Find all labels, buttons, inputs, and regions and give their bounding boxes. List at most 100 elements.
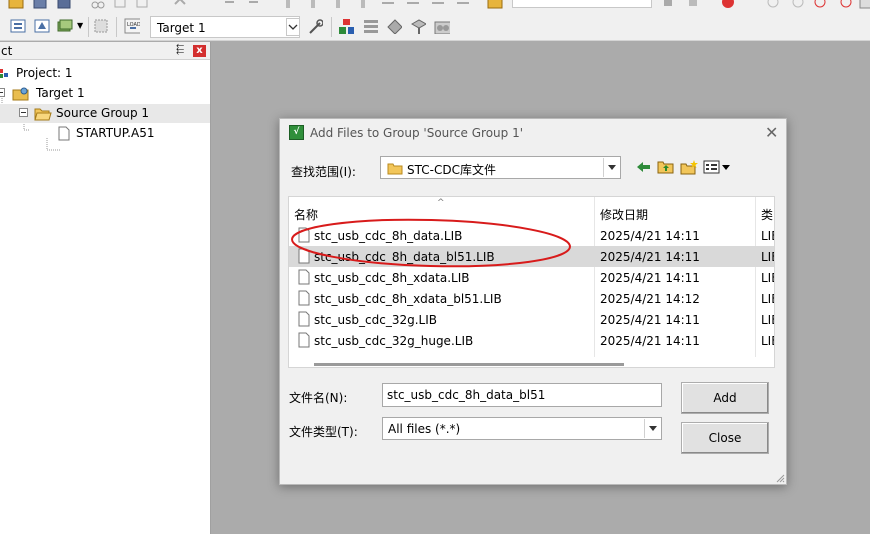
file-list[interactable]: ^ 名称 修改日期 类 stc_usb_cdc_8h_data.LIB 2025… [288,196,775,368]
column-header-name[interactable]: 名称 [294,206,318,223]
file-row[interactable]: stc_usb_cdc_32g.LIB 2025/4/21 14:11 LIE [289,309,774,330]
select-packs-icon[interactable] [386,18,402,34]
project-icon [0,69,8,78]
open-folder-icon[interactable] [8,0,24,10]
collapse-icon[interactable] [19,108,29,118]
resize-grip-icon[interactable] [775,473,785,483]
project-panel-header: ct ⬱ x [0,42,210,60]
target-select[interactable]: Target 1 [150,16,300,38]
tree-item-startup-file[interactable]: STARTUP.A51 [0,124,210,143]
pin-icon[interactable]: ⬱ [176,44,184,55]
debug-icon[interactable] [720,0,736,10]
horizontal-scrollbar[interactable] [289,361,774,367]
close-panel-icon[interactable]: x [193,45,206,57]
view-dropdown-icon[interactable] [721,159,739,175]
translate-icon[interactable] [10,18,26,34]
file-row[interactable]: stc_usb_cdc_8h_xdata_bl51.LIB 2025/4/21 … [289,288,774,309]
lookin-label: 查找范围(I): [291,165,356,179]
file-row[interactable]: stc_usb_cdc_32g_huge.LIB 2025/4/21 14:11… [289,330,774,351]
rebuild-dropdown-icon[interactable]: ▼ [77,21,83,30]
dialog-title: Add Files to Group 'Source Group 1' [310,126,524,140]
project-panel: ct ⬱ x Project: 1 Target 1 Source Group … [0,42,211,534]
copy-icon[interactable] [112,0,128,10]
paste-icon[interactable] [134,0,150,10]
file-type: LIE [761,334,774,348]
incremental-find-icon[interactable] [685,0,701,10]
filetype-value: All files (*.*) [388,422,461,436]
window-icon[interactable] [858,0,870,10]
back-arrow-icon[interactable] [635,159,653,175]
file-icon [298,290,310,306]
breakpoint-kill-icon[interactable] [812,0,828,10]
column-header-date[interactable]: 修改日期 [600,206,648,223]
file-type: LIE [761,271,774,285]
download-icon[interactable]: LOAD [124,18,140,34]
close-icon[interactable]: ✕ [765,123,778,142]
file-icon [298,227,310,243]
tree-item-target[interactable]: Target 1 [0,84,210,103]
comment-icon[interactable] [430,0,446,10]
filename-input[interactable] [382,383,662,407]
file-icon [58,126,70,141]
save-icon[interactable] [32,0,48,10]
bookmark-icon[interactable] [280,0,296,10]
undo-icon[interactable] [172,0,188,10]
file-extensions-icon[interactable] [362,18,378,34]
bookmark-next-icon[interactable] [330,0,346,10]
lookin-select[interactable]: STC-CDC库文件 [380,156,621,179]
indent-icon[interactable] [380,0,396,10]
target-select-arrow[interactable] [286,18,300,36]
chevron-down-icon[interactable] [603,158,619,177]
file-type: LIE [761,250,774,264]
toolbar-row-top [0,0,870,10]
save-all-icon[interactable] [56,0,72,10]
collapse-icon[interactable] [0,88,6,98]
breakpoint-disable-icon[interactable] [790,0,806,10]
chevron-down-icon[interactable] [644,419,660,438]
new-folder-icon[interactable] [680,159,698,175]
up-folder-icon[interactable] [657,159,675,175]
target-options-icon[interactable] [307,18,323,34]
manage-components-icon[interactable] [338,18,354,34]
file-name: stc_usb_cdc_8h_xdata_bl51.LIB [314,292,502,306]
file-name: stc_usb_cdc_32g.LIB [314,313,437,327]
sort-caret-icon: ^ [437,198,445,208]
multi-project-icon[interactable] [434,18,450,34]
lookin-value: STC-CDC库文件 [407,163,496,177]
breakpoint-enable-icon[interactable] [838,0,854,10]
column-header-type[interactable]: 类 [761,206,773,223]
nav-back-icon[interactable] [222,0,238,10]
cut-icon[interactable] [90,0,106,10]
file-date: 2025/4/21 14:11 [600,229,700,243]
close-button[interactable]: Close [681,422,769,454]
pack-installer-icon[interactable] [410,18,426,34]
file-type: LIE [761,313,774,327]
add-button[interactable]: Add [681,382,769,414]
find-combo[interactable] [512,0,652,8]
bookmark-prev-icon[interactable] [305,0,321,10]
stop-build-icon[interactable] [93,18,109,34]
file-date: 2025/4/21 14:12 [600,292,700,306]
uncomment-icon[interactable] [455,0,471,10]
bookmark-clear-icon[interactable] [355,0,371,10]
breakpoint-icon[interactable] [765,0,781,10]
toolbar: ▼ LOAD Target 1 [0,0,870,41]
view-menu-icon[interactable] [703,159,721,175]
nav-forward-icon[interactable] [246,0,262,10]
filetype-select[interactable]: All files (*.*) [382,417,662,440]
filename-label: 文件名(N): [289,391,348,405]
unindent-icon[interactable] [405,0,421,10]
rebuild-icon[interactable] [57,18,73,34]
target-folder-icon [12,87,29,101]
find-icon[interactable] [660,0,676,10]
file-row[interactable]: stc_usb_cdc_8h_xdata.LIB 2025/4/21 14:11… [289,267,774,288]
chevron-down-icon [288,24,298,30]
file-row[interactable]: stc_usb_cdc_8h_data.LIB 2025/4/21 14:11 … [289,225,774,246]
tree-item-project[interactable]: Project: 1 [0,64,210,83]
scrollbar-thumb[interactable] [314,363,624,366]
find-in-files-icon[interactable] [487,0,503,10]
tree-item-source-group[interactable]: Source Group 1 [0,104,210,123]
file-type: LIE [761,229,774,243]
file-row-selected[interactable]: stc_usb_cdc_8h_data_bl51.LIB 2025/4/21 1… [289,246,774,267]
build-icon[interactable] [34,18,50,34]
